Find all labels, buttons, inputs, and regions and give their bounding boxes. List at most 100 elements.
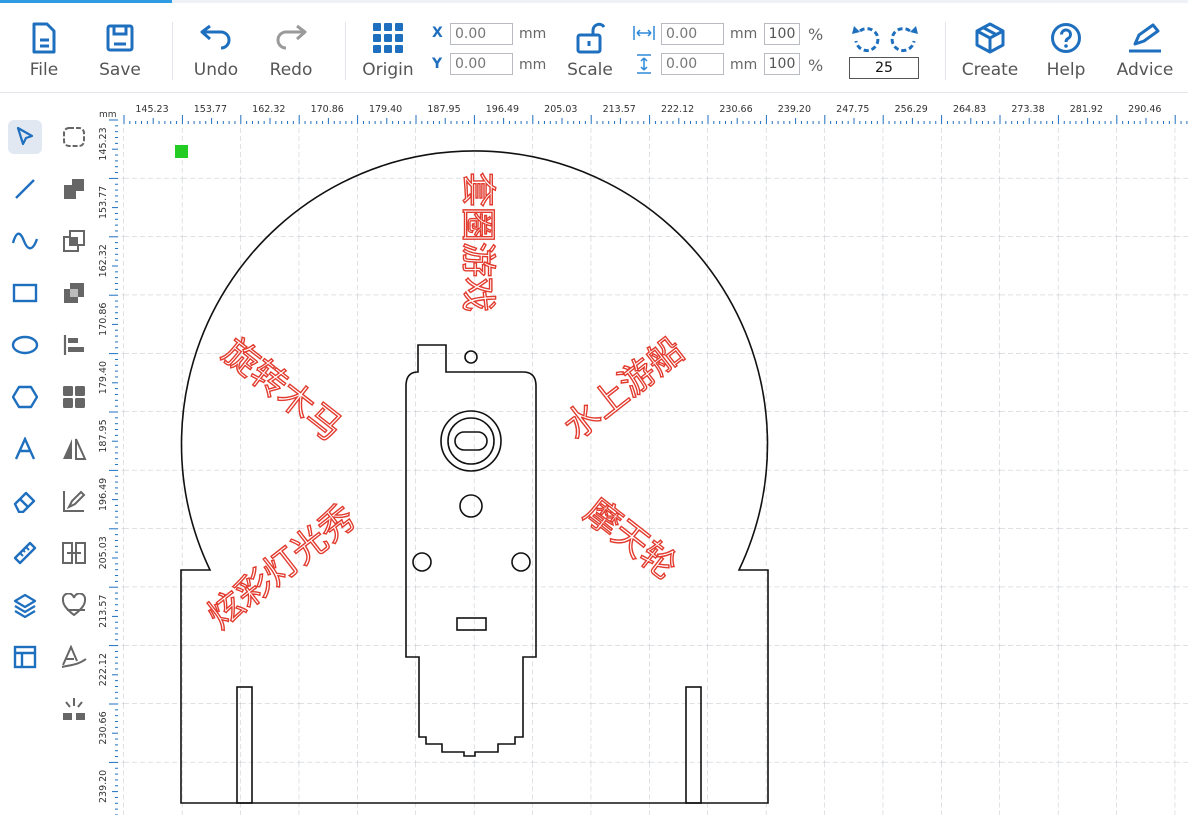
- height-percent-sign: %: [808, 56, 824, 75]
- h-ruler-label: 153.77: [194, 104, 227, 115]
- height-percent-input[interactable]: 100: [764, 53, 800, 75]
- ruler-icon: [13, 541, 37, 565]
- h-ruler-label: 170.86: [311, 104, 344, 115]
- align-left-icon: [63, 335, 84, 355]
- select-tool[interactable]: [8, 120, 42, 154]
- polygon-tool[interactable]: [8, 380, 42, 414]
- h-ruler-label: 162.32: [252, 104, 285, 115]
- file-button[interactable]: File: [12, 20, 76, 80]
- subtract-tool[interactable]: [57, 224, 91, 258]
- width-percent-input[interactable]: 100: [764, 23, 800, 45]
- distribute-tool[interactable]: [57, 536, 91, 570]
- line-icon: [15, 179, 35, 199]
- y-axis-label: Y: [432, 56, 443, 72]
- polygon-icon: [12, 385, 38, 409]
- selection-marker[interactable]: [175, 145, 188, 158]
- canvas-grid: [118, 124, 1188, 815]
- h-ruler-label: 290.46: [1128, 104, 1161, 115]
- h-ruler-label: 187.95: [427, 104, 460, 115]
- rounded-rect-icon: [63, 127, 85, 147]
- mirror-icon: [63, 438, 87, 460]
- text-tool[interactable]: [8, 432, 42, 466]
- shape-library-tool[interactable]: [57, 588, 91, 622]
- height-input[interactable]: 0.00: [661, 53, 724, 75]
- origin-label: Origin: [362, 60, 414, 80]
- rotate-angle-input[interactable]: 25: [849, 57, 919, 79]
- rotate-ccw-button[interactable]: [852, 24, 880, 58]
- create-button[interactable]: Create: [958, 20, 1022, 80]
- array-tool[interactable]: [57, 380, 91, 414]
- height-unit: mm: [730, 57, 758, 73]
- tool-palette: [0, 104, 98, 815]
- heart-shape-icon: [61, 593, 87, 617]
- h-ruler-label: 213.57: [603, 104, 636, 115]
- create-label: Create: [961, 60, 1019, 80]
- select-icon: [16, 126, 34, 146]
- save-button[interactable]: Save: [88, 20, 152, 80]
- grid-array-icon: [63, 386, 85, 408]
- union-tool[interactable]: [57, 172, 91, 206]
- h-ruler-label: 205.03: [544, 104, 577, 115]
- save-icon: [88, 20, 152, 56]
- h-ruler-label: 256.29: [895, 104, 928, 115]
- toolbar-divider: [945, 22, 946, 80]
- union-icon: [64, 179, 84, 199]
- rectangle-tool[interactable]: [8, 276, 42, 310]
- width-input[interactable]: 0.00: [661, 23, 724, 45]
- scale-lock-button[interactable]: Scale: [558, 20, 622, 80]
- v-ruler-label: 162.32: [98, 244, 109, 277]
- layers-tool[interactable]: [8, 588, 42, 622]
- layout-tool[interactable]: [8, 640, 42, 674]
- path-text-tool[interactable]: [57, 640, 91, 674]
- active-tab-indicator: [0, 0, 172, 3]
- x-position-input[interactable]: 0.00: [450, 23, 513, 45]
- distribute-icon: [62, 542, 86, 564]
- explode-tool[interactable]: [57, 692, 91, 726]
- height-arrows-icon: [636, 54, 652, 78]
- explode-icon: [63, 698, 85, 720]
- h-ruler-label: 196.49: [486, 104, 519, 115]
- h-ruler-label: 230.66: [719, 104, 752, 115]
- line-tool[interactable]: [8, 172, 42, 206]
- measure-tool[interactable]: [8, 536, 42, 570]
- rotate-ccw-icon: [852, 26, 880, 53]
- v-ruler-label: 187.95: [98, 419, 109, 452]
- rotate-cw-button[interactable]: [890, 24, 918, 58]
- intersect-icon: [64, 283, 84, 303]
- h-ruler-label: 222.12: [661, 104, 694, 115]
- help-icon: [1034, 20, 1098, 56]
- origin-button[interactable]: Origin: [356, 20, 420, 80]
- v-ruler-label: 222.12: [98, 653, 109, 686]
- rectangle-icon: [12, 283, 38, 303]
- advice-label: Advice: [1116, 60, 1174, 80]
- v-ruler-label: 239.20: [98, 770, 109, 803]
- ellipse-tool[interactable]: [8, 328, 42, 362]
- v-ruler-label: 179.40: [98, 361, 109, 394]
- undo-icon: [184, 20, 248, 56]
- design-canvas[interactable]: mm 145.23 153.77 162.32 170.86 179.40 187.95 1…: [98, 104, 1188, 816]
- ruler-unit: mm: [99, 110, 117, 120]
- mirror-tool[interactable]: [57, 432, 91, 466]
- y-position-input[interactable]: 0.00: [450, 53, 513, 75]
- advice-button[interactable]: Advice: [1113, 20, 1177, 80]
- eraser-tool[interactable]: [8, 484, 42, 518]
- v-ruler-label: 153.77: [98, 186, 109, 219]
- rounded-rect-tool[interactable]: [57, 120, 91, 154]
- h-ruler-label: 281.92: [1070, 104, 1103, 115]
- undo-button[interactable]: Undo: [184, 20, 248, 80]
- h-ruler-label: 179.40: [369, 104, 402, 115]
- align-tool[interactable]: [57, 328, 91, 362]
- intersect-tool[interactable]: [57, 276, 91, 310]
- x-axis-label: X: [432, 25, 443, 41]
- help-button[interactable]: Help: [1034, 20, 1098, 80]
- help-label: Help: [1046, 60, 1086, 80]
- h-ruler-label: 273.38: [1011, 104, 1044, 115]
- h-ruler-label: 247.75: [836, 104, 869, 115]
- cube-icon: [958, 20, 1022, 56]
- node-edit-tool[interactable]: [57, 484, 91, 518]
- v-ruler-label: 230.66: [98, 711, 109, 744]
- layout-icon: [13, 645, 37, 669]
- redo-button[interactable]: Redo: [259, 20, 323, 80]
- curve-tool[interactable]: [8, 224, 42, 258]
- label-ring-toss[interactable]: 套圈游戏: [456, 171, 497, 312]
